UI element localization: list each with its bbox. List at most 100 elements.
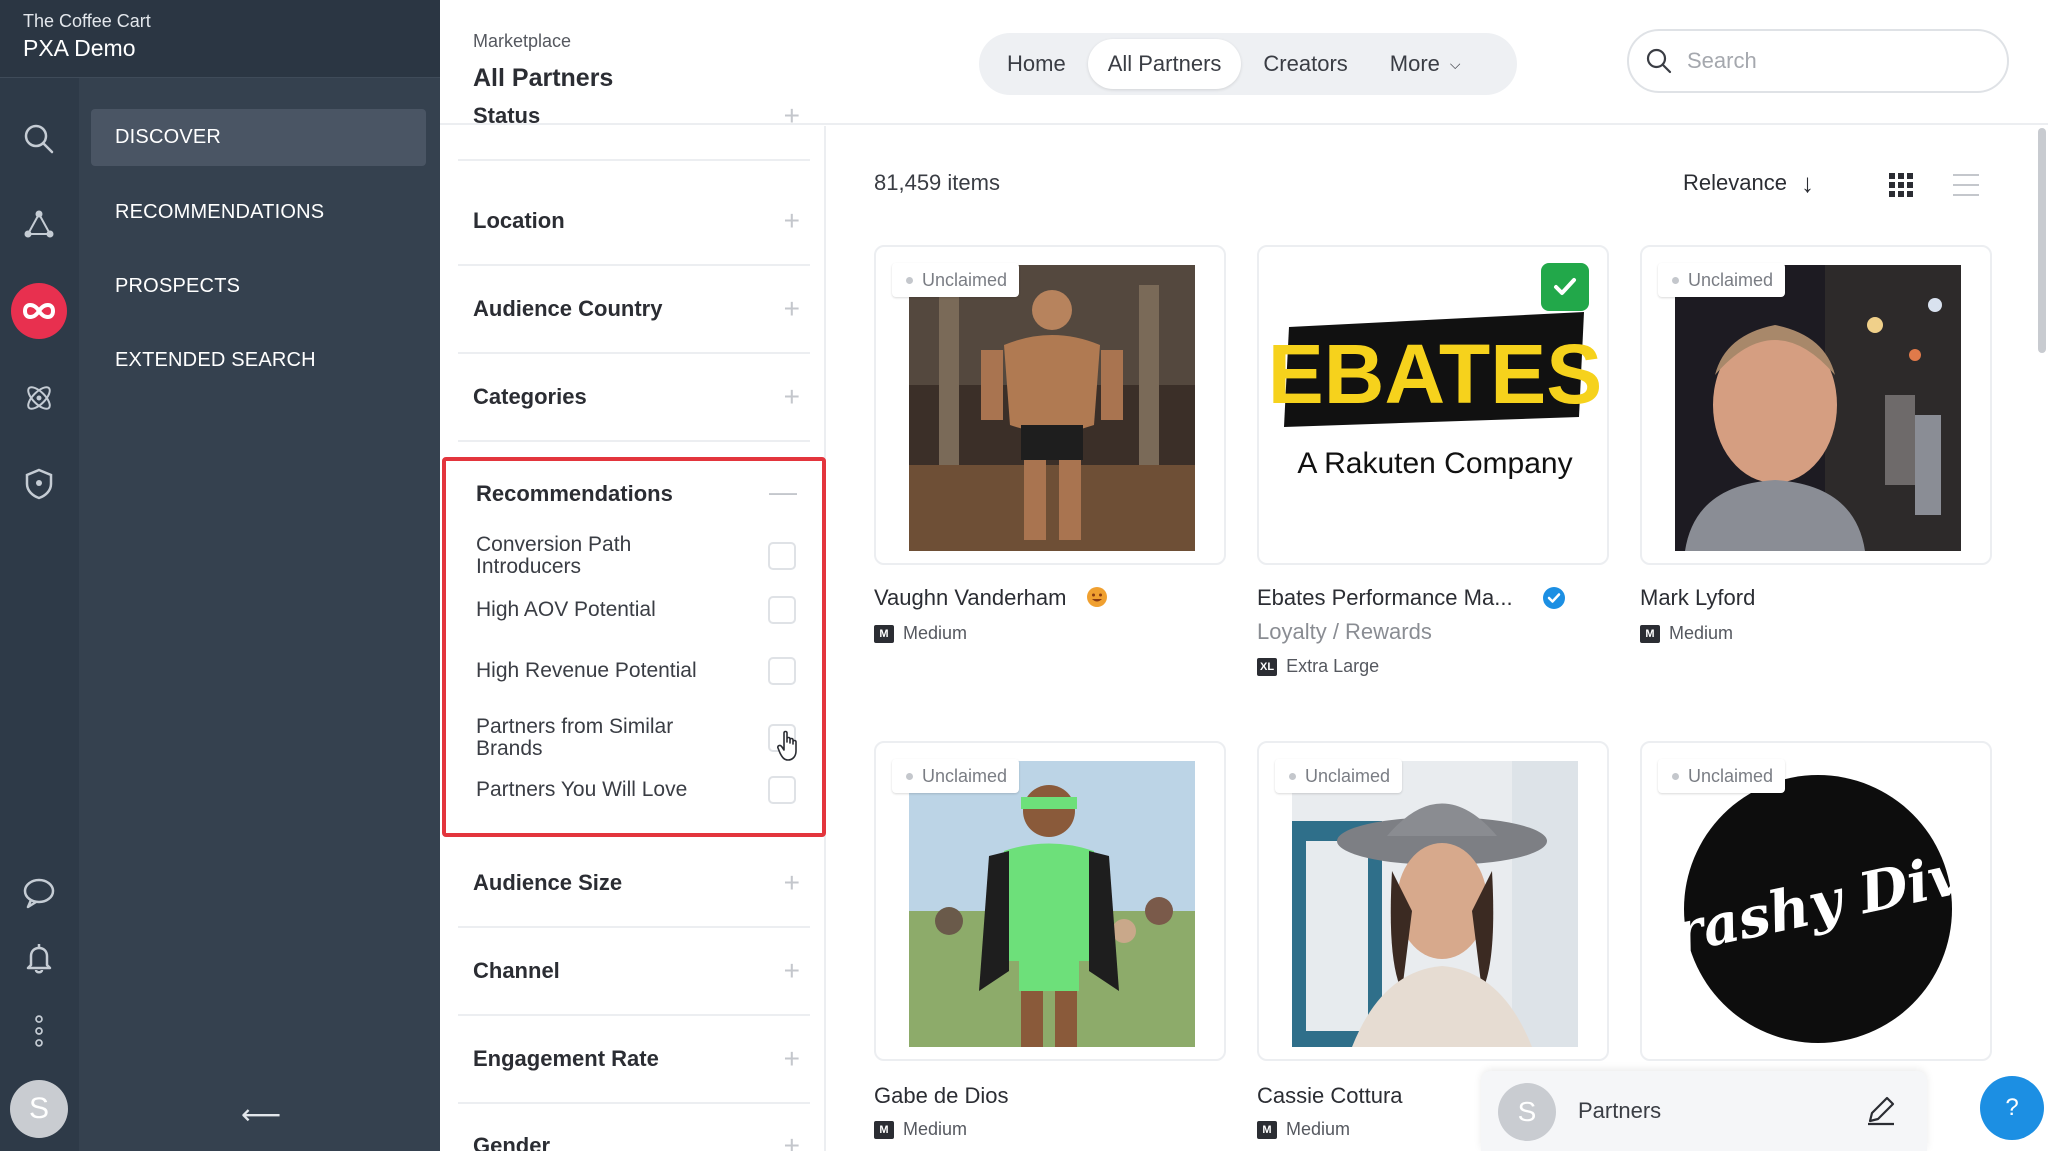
- partner-category: Loyalty / Rewards: [1257, 619, 1432, 644]
- tab-all-partners[interactable]: All Partners: [1087, 39, 1242, 89]
- partner-card[interactable]: EBATES A Rakuten Company: [1257, 245, 1609, 565]
- partner-name[interactable]: Vaughn Vanderham: [874, 585, 1066, 611]
- filter-status[interactable]: Status +: [458, 73, 810, 161]
- tab-label: Creators: [1263, 51, 1348, 76]
- pencil-icon[interactable]: [1864, 1093, 1898, 1127]
- list-view-icon[interactable]: [1952, 172, 1980, 198]
- filter-label: Categories: [473, 384, 587, 409]
- filter-gender[interactable]: Gender +: [458, 1103, 810, 1151]
- nav-item-extended-search[interactable]: EXTENDED SEARCH: [91, 332, 426, 389]
- tab-home[interactable]: Home: [987, 39, 1086, 89]
- filter-audience-size[interactable]: Audience Size +: [458, 840, 810, 928]
- filter-label: Gender: [473, 1133, 551, 1151]
- filter-audience-country[interactable]: Audience Country +: [458, 266, 810, 354]
- partner-card[interactable]: Unclaimed: [874, 245, 1226, 565]
- network-icon[interactable]: [19, 204, 59, 244]
- option-label: Conversion Path Introducers: [476, 533, 632, 578]
- filter-channel[interactable]: Channel +: [458, 928, 810, 1016]
- unclaimed-badge: Unclaimed: [892, 263, 1020, 297]
- bell-icon[interactable]: [19, 938, 59, 978]
- recommendation-option[interactable]: Partners You Will Love: [476, 776, 796, 804]
- shield-icon[interactable]: [19, 464, 59, 504]
- help-button[interactable]: ?: [1980, 1076, 2044, 1140]
- expand-plus-icon[interactable]: +: [784, 955, 800, 987]
- emoji-icon: [1087, 587, 1107, 607]
- partner-name[interactable]: Ebates Performance Ma...: [1257, 585, 1513, 611]
- partner-name[interactable]: Cassie Cottura: [1257, 1083, 1403, 1109]
- partner-card[interactable]: Unclaimed: [1257, 741, 1609, 1061]
- filter-label: Status: [473, 103, 541, 128]
- expand-plus-icon[interactable]: +: [784, 1130, 800, 1151]
- ebates-logo-text: EBATES: [1269, 327, 1599, 421]
- option-label: High AOV Potential: [476, 598, 656, 621]
- size-label: Extra Large: [1286, 656, 1380, 676]
- partner-card[interactable]: Unclaimed: [874, 741, 1226, 1061]
- collapse-minus-icon[interactable]: —: [769, 476, 797, 508]
- partners-label: Partners: [1578, 1098, 1662, 1123]
- search-input[interactable]: [1687, 48, 1967, 74]
- atom-icon[interactable]: [19, 378, 59, 418]
- expand-plus-icon[interactable]: +: [784, 381, 800, 413]
- recommendation-option[interactable]: High Revenue Potential: [476, 657, 796, 685]
- search-box[interactable]: [1627, 29, 2009, 93]
- breadcrumb[interactable]: Marketplace: [473, 31, 571, 52]
- expand-plus-icon[interactable]: +: [784, 293, 800, 325]
- option-checkbox[interactable]: [768, 596, 796, 624]
- partners-list-widget[interactable]: S Partners: [1481, 1071, 1927, 1151]
- partner-photo: [1675, 265, 1961, 551]
- grid-view-icon[interactable]: [1888, 172, 1914, 198]
- recommendations-title[interactable]: Recommendations: [476, 481, 673, 507]
- partner-name[interactable]: Mark Lyford: [1640, 585, 1755, 611]
- partner-name[interactable]: Gabe de Dios: [874, 1083, 1009, 1109]
- size-label: Medium: [1669, 623, 1734, 643]
- sort-direction-icon[interactable]: ↓: [1801, 168, 1814, 199]
- nav-item-discover[interactable]: DISCOVER: [91, 109, 426, 166]
- sort-dropdown[interactable]: Relevance: [1683, 170, 1787, 196]
- recommendation-option[interactable]: Partners from Similar Brands: [476, 716, 796, 760]
- chat-icon[interactable]: [19, 873, 59, 913]
- collapse-sidebar-icon[interactable]: ⟵: [241, 1098, 281, 1131]
- expand-plus-icon[interactable]: +: [784, 100, 800, 132]
- partner-card[interactable]: Unclaimed Trashy Diva: [1640, 741, 1992, 1061]
- option-checkbox[interactable]: [768, 657, 796, 685]
- expand-plus-icon[interactable]: +: [784, 867, 800, 899]
- audience-size: XL Extra Large: [1257, 656, 1379, 677]
- filter-location[interactable]: Location +: [458, 178, 810, 266]
- option-checkbox[interactable]: [768, 542, 796, 570]
- size-badge: M: [874, 1120, 894, 1139]
- user-avatar[interactable]: S: [10, 1080, 68, 1138]
- partner-card[interactable]: Unclaimed: [1640, 245, 1992, 565]
- avatar: S: [1498, 1083, 1556, 1141]
- filter-label: Audience Country: [473, 296, 663, 321]
- nav-item-prospects[interactable]: PROSPECTS: [91, 258, 426, 315]
- filter-label: Channel: [473, 958, 560, 983]
- check-icon: [1541, 263, 1589, 311]
- more-vertical-icon[interactable]: [19, 1011, 59, 1051]
- brand-header[interactable]: The Coffee Cart PXA Demo: [0, 0, 440, 78]
- unclaimed-badge: Unclaimed: [1275, 759, 1403, 793]
- option-checkbox[interactable]: [768, 776, 796, 804]
- nav-item-recommendations[interactable]: RECOMMENDATIONS: [91, 184, 426, 241]
- option-label: High Revenue Potential: [476, 659, 697, 682]
- recommendation-option[interactable]: High AOV Potential: [476, 596, 796, 624]
- results-count: 81,459 items: [874, 170, 1000, 195]
- size-badge: M: [1257, 1120, 1277, 1139]
- filter-engagement-rate[interactable]: Engagement Rate +: [458, 1016, 810, 1104]
- scrollbar[interactable]: [2038, 128, 2046, 353]
- verified-badge-icon: [1543, 587, 1565, 609]
- filter-categories[interactable]: Categories +: [458, 354, 810, 442]
- size-badge: M: [1640, 624, 1660, 643]
- hand-cursor-icon: [777, 730, 797, 761]
- tab-creators[interactable]: Creators: [1243, 39, 1367, 89]
- partner-photo: [909, 761, 1195, 1047]
- search-icon[interactable]: [19, 119, 59, 159]
- expand-plus-icon[interactable]: +: [784, 1043, 800, 1075]
- nav-panel: [79, 0, 440, 1151]
- infinity-icon[interactable]: [11, 283, 67, 339]
- expand-plus-icon[interactable]: +: [784, 205, 800, 237]
- tab-more[interactable]: More ⌵: [1370, 39, 1481, 89]
- chevron-down-icon: ⌵: [1449, 55, 1461, 72]
- ebates-tagline: A Rakuten Company: [1297, 447, 1572, 480]
- recommendation-option[interactable]: Conversion Path Introducers: [476, 534, 796, 578]
- workspace-name: PXA Demo: [23, 35, 136, 61]
